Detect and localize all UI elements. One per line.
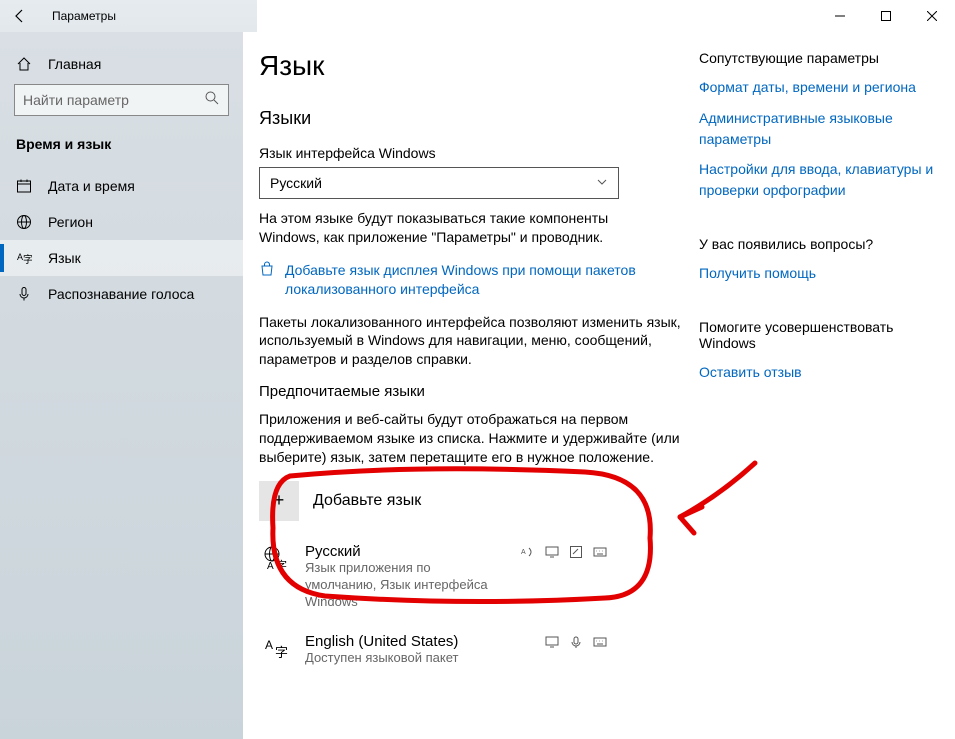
globe-icon <box>16 214 32 230</box>
language-item-russian[interactable]: A字 Русский Язык приложения по умолчанию,… <box>259 537 615 617</box>
display-lang-description: На этом языке будут показываться такие к… <box>259 209 619 247</box>
tts-icon: A <box>521 545 535 562</box>
sidebar-item-datetime[interactable]: Дата и время <box>0 168 243 204</box>
sidebar-item-label: Распознавание голоса <box>48 286 194 302</box>
locpack-description: Пакеты локализованного интерфейса позвол… <box>259 313 689 370</box>
languages-heading: Языки <box>259 108 689 129</box>
related-link-admin-lang[interactable]: Административные языковые параметры <box>699 110 893 147</box>
language-item-english[interactable]: A字 English (United States) Доступен язык… <box>259 627 615 673</box>
add-language-button[interactable]: + Добавьте язык <box>259 481 689 521</box>
window-title: Параметры <box>40 9 116 23</box>
store-icon <box>259 261 275 282</box>
feedback-link[interactable]: Оставить отзыв <box>699 364 802 380</box>
add-language-label: Добавьте язык <box>313 492 421 510</box>
svg-text:字: 字 <box>275 645 288 660</box>
sidebar: Главная Время и язык Дата и время Регион… <box>0 32 243 739</box>
keyboard-icon <box>593 635 607 652</box>
main-content: Язык Языки Язык интерфейса Windows Русск… <box>259 50 689 739</box>
plus-icon: + <box>259 481 299 521</box>
sidebar-item-label: Регион <box>48 214 93 230</box>
svg-text:字: 字 <box>23 253 32 266</box>
display-icon <box>545 635 559 652</box>
sidebar-item-language[interactable]: A字 Язык <box>0 240 243 276</box>
search-input[interactable] <box>23 92 204 108</box>
language-subtitle: Язык приложения по умолчанию, Язык интер… <box>305 560 505 611</box>
svg-text:A: A <box>267 561 274 571</box>
language-name: English (United States) <box>305 633 529 650</box>
keyboard-icon <box>593 545 607 562</box>
home-label: Главная <box>48 56 101 72</box>
maximize-button[interactable] <box>863 0 909 32</box>
handwriting-icon <box>569 545 583 562</box>
chevron-down-icon <box>596 175 608 191</box>
store-link[interactable]: Добавьте язык дисплея Windows при помощи… <box>285 261 689 299</box>
language-features <box>545 635 607 652</box>
back-button[interactable] <box>0 8 40 24</box>
language-glyph-icon: A字 <box>263 545 289 576</box>
category-title: Время и язык <box>0 136 243 168</box>
display-language-dropdown[interactable]: Русский <box>259 167 619 199</box>
feedback-title: Помогите усовершенствовать Windows <box>699 319 939 351</box>
home-icon <box>16 56 32 72</box>
language-name: Русский <box>305 543 505 560</box>
display-icon <box>545 545 559 562</box>
home-link[interactable]: Главная <box>0 50 243 84</box>
close-button[interactable] <box>909 0 955 32</box>
sidebar-item-speech[interactable]: Распознавание голоса <box>0 276 243 312</box>
svg-text:A: A <box>521 549 526 556</box>
dropdown-value: Русский <box>270 175 322 191</box>
related-link-date-format[interactable]: Формат даты, времени и региона <box>699 79 916 95</box>
svg-text:A: A <box>265 638 273 652</box>
sidebar-item-region[interactable]: Регион <box>0 204 243 240</box>
related-link-input-settings[interactable]: Настройки для ввода, клавиатуры и провер… <box>699 161 933 198</box>
language-subtitle: Доступен языковой пакет <box>305 650 529 667</box>
minimize-button[interactable] <box>817 0 863 32</box>
help-title: У вас появились вопросы? <box>699 236 939 252</box>
voice-icon <box>569 635 583 652</box>
related-panel: Сопутствующие параметры Формат даты, вре… <box>689 50 949 739</box>
help-link[interactable]: Получить помощь <box>699 265 816 281</box>
language-features: A <box>521 545 607 562</box>
related-title: Сопутствующие параметры <box>699 50 939 66</box>
search-icon <box>204 90 220 111</box>
calendar-icon <box>16 178 32 194</box>
language-icon: A字 <box>16 250 32 266</box>
preferred-heading: Предпочитаемые языки <box>259 383 689 400</box>
sidebar-item-label: Дата и время <box>48 178 135 194</box>
display-lang-label: Язык интерфейса Windows <box>259 145 689 161</box>
page-title: Язык <box>259 50 689 82</box>
svg-text:字: 字 <box>276 558 287 571</box>
preferred-description: Приложения и веб-сайты будут отображатьс… <box>259 410 689 467</box>
mic-icon <box>16 286 32 302</box>
language-glyph-icon: A字 <box>263 635 289 666</box>
sidebar-item-label: Язык <box>48 250 81 266</box>
search-box[interactable] <box>14 84 229 116</box>
